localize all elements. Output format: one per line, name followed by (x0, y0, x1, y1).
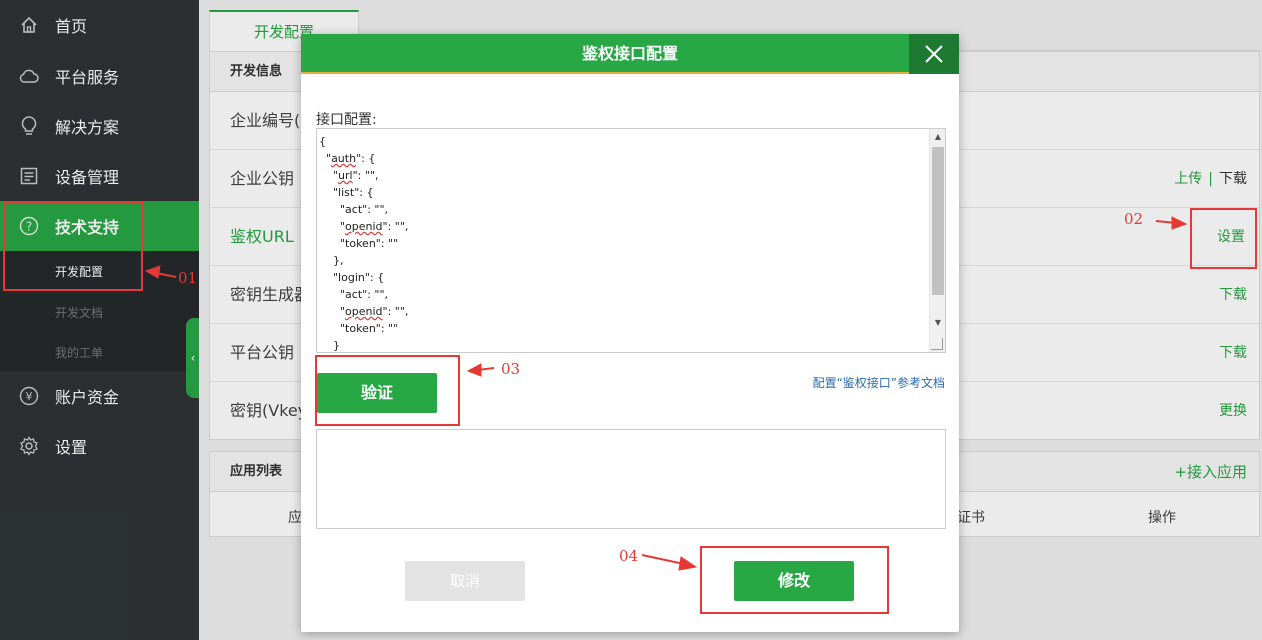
arrow-03-head (466, 363, 482, 377)
arrow-04-head (678, 556, 698, 571)
arrow-02-head (1171, 216, 1188, 230)
annotation-arrows (144, 216, 1188, 571)
arrow-04-line (641, 554, 685, 565)
arrow-01-head (144, 265, 161, 279)
